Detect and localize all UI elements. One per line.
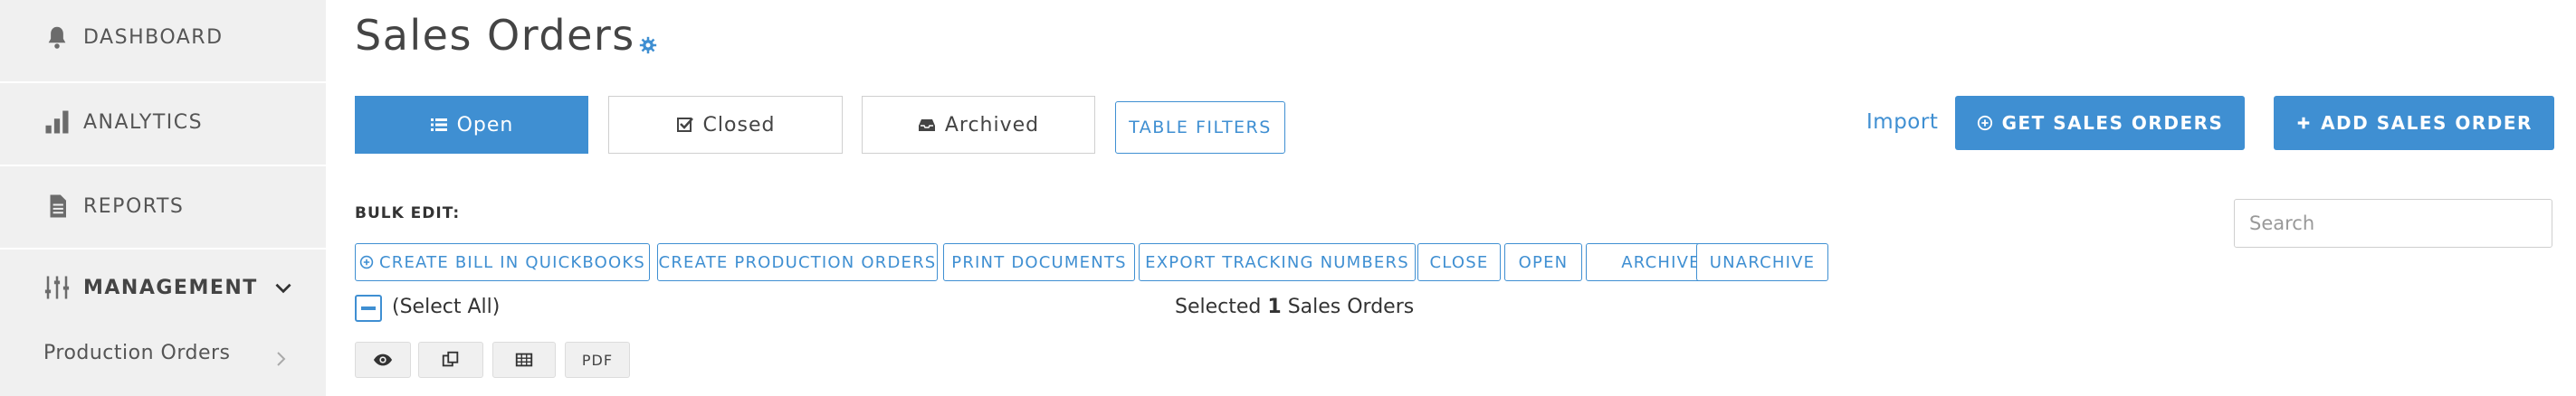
- tab-open[interactable]: Open: [355, 96, 588, 154]
- selected-suffix: Sales Orders: [1287, 296, 1415, 318]
- plus-circle-icon: [1977, 115, 1992, 131]
- bulk-edit-label: BULK EDIT:: [355, 204, 461, 222]
- sidebar-item-analytics[interactable]: ANALYTICS: [43, 95, 203, 149]
- selected-status: Selected 1 Sales Orders: [1175, 296, 1414, 318]
- table-icon: [515, 353, 533, 367]
- tab-label: Archived: [944, 113, 1040, 137]
- sidebar-item-label: REPORTS: [83, 194, 185, 218]
- page-title: Sales Orders: [355, 11, 657, 60]
- add-sales-order-button[interactable]: ADD SALES ORDER: [2274, 96, 2554, 150]
- sidebar-item-label: DASHBOARD: [83, 25, 224, 49]
- sidebar-item-management[interactable]: MANAGEMENT: [43, 260, 258, 315]
- get-sales-orders-label: GET SALES ORDERS: [2001, 112, 2224, 134]
- bulk-action-label: PRINT DOCUMENTS: [951, 252, 1127, 272]
- indeterminate-icon: [361, 306, 376, 310]
- tab-label: Closed: [702, 113, 776, 137]
- bulk-action-label: UNARCHIVE: [1709, 252, 1816, 272]
- divider: [0, 165, 326, 166]
- table-view-button[interactable]: [492, 342, 556, 378]
- inbox-icon: [918, 119, 935, 131]
- pdf-label: PDF: [581, 351, 614, 369]
- search-input[interactable]: [2234, 199, 2552, 248]
- page-title-text: Sales Orders: [355, 11, 635, 60]
- pdf-button[interactable]: PDF: [565, 342, 630, 378]
- eye-icon: [373, 354, 393, 366]
- sidebar-item-label: ANALYTICS: [83, 110, 204, 134]
- tab-closed[interactable]: Closed: [608, 96, 843, 154]
- tab-label: Open: [456, 113, 514, 137]
- document-icon: [50, 194, 66, 218]
- divider: [0, 81, 326, 83]
- copy-icon: [442, 351, 459, 367]
- plus-circle-icon: [359, 255, 374, 269]
- bulk-action-label: CLOSE: [1429, 252, 1489, 272]
- bar-chart-icon: [45, 110, 69, 134]
- chevron-down-icon[interactable]: [272, 276, 295, 299]
- sidebar-item-label: MANAGEMENT: [83, 276, 258, 299]
- chevron-right-icon: [277, 352, 286, 366]
- add-sales-order-label: ADD SALES ORDER: [2321, 112, 2533, 134]
- sliders-icon: [44, 276, 70, 299]
- table-filters-label: TABLE FILTERS: [1129, 118, 1272, 137]
- create-production-orders-button[interactable]: CREATE PRODUCTION ORDERS: [657, 243, 938, 281]
- print-documents-button[interactable]: PRINT DOCUMENTS: [943, 243, 1135, 281]
- create-bill-quickbooks-button[interactable]: CREATE BILL IN QUICKBOOKS: [355, 243, 650, 281]
- sidebar-item-reports[interactable]: REPORTS: [43, 179, 184, 233]
- import-link[interactable]: Import: [1866, 110, 1938, 134]
- selected-count: 1: [1267, 296, 1282, 318]
- bulk-action-label: ARCHIVE: [1621, 252, 1701, 272]
- divider: [0, 248, 326, 250]
- open-button[interactable]: OPEN: [1504, 243, 1582, 281]
- bulk-action-label: CREATE BILL IN QUICKBOOKS: [378, 252, 645, 272]
- list-icon: [430, 118, 447, 131]
- view-button[interactable]: [355, 342, 411, 378]
- selected-prefix: Selected: [1175, 296, 1262, 318]
- select-all-label: (Select All): [392, 296, 501, 318]
- table-filters-button[interactable]: TABLE FILTERS: [1115, 101, 1285, 154]
- bulk-action-label: OPEN: [1518, 252, 1569, 272]
- checkbox-icon: [676, 118, 693, 132]
- sidebar-subitem-production-orders[interactable]: Production Orders: [43, 342, 231, 364]
- unarchive-button[interactable]: UNARCHIVE: [1696, 243, 1828, 281]
- sidebar-item-dashboard[interactable]: DASHBOARD: [43, 10, 224, 64]
- get-sales-orders-button[interactable]: GET SALES ORDERS: [1955, 96, 2245, 150]
- bell-icon: [48, 26, 66, 49]
- close-button[interactable]: CLOSE: [1417, 243, 1501, 281]
- gear-icon[interactable]: [639, 36, 657, 54]
- bulk-action-label: CREATE PRODUCTION ORDERS: [658, 252, 937, 272]
- tab-archived[interactable]: Archived: [862, 96, 1095, 154]
- import-label: Import: [1866, 110, 1939, 134]
- bulk-action-label: EXPORT TRACKING NUMBERS: [1145, 252, 1409, 272]
- select-all-checkbox[interactable]: [355, 295, 382, 322]
- duplicate-button[interactable]: [418, 342, 483, 378]
- plus-icon: [2297, 117, 2310, 129]
- sidebar: DASHBOARD ANALYTICS REPORTS MANAGEMENT P…: [0, 0, 326, 396]
- sidebar-subitem-label: Production Orders: [43, 342, 231, 364]
- export-tracking-numbers-button[interactable]: EXPORT TRACKING NUMBERS: [1139, 243, 1416, 281]
